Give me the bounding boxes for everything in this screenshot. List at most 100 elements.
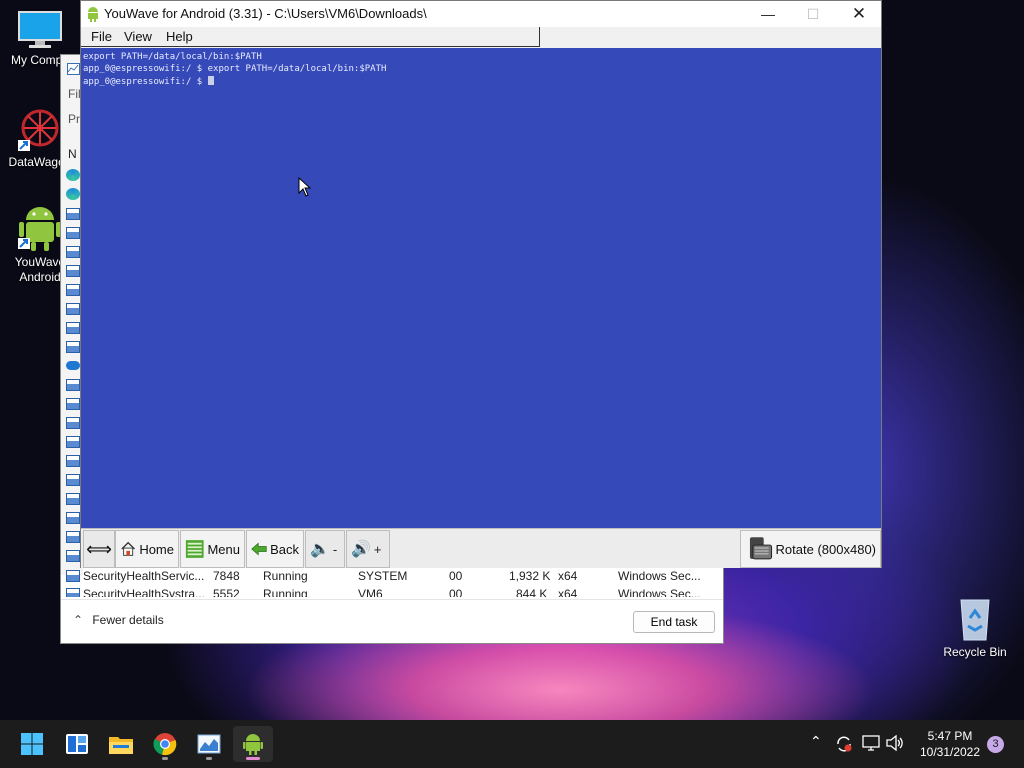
menu-fragment-file[interactable]: Fil	[68, 87, 81, 101]
window-process-icon	[66, 417, 80, 429]
terminal-line: app_0@espressowifi:/ $	[83, 76, 214, 88]
process-name: SecurityHealthSystra...	[83, 587, 206, 597]
network-icon[interactable]	[862, 735, 880, 751]
window-title: YouWave for Android (3.31) - C:\Users\VM…	[104, 6, 427, 21]
speaker-icon: 🔈	[310, 541, 330, 558]
edge-icon	[66, 169, 80, 181]
home-button[interactable]: Home	[115, 530, 179, 568]
process-icon	[66, 246, 80, 258]
end-task-button[interactable]: End task	[633, 611, 715, 633]
window-process-icon	[66, 512, 80, 524]
process-status: Running	[263, 587, 308, 597]
start-button[interactable]	[12, 726, 52, 762]
maximize-button[interactable]: ☐	[790, 1, 836, 27]
volume-icon[interactable]	[886, 735, 904, 751]
terminal-prompt: app_0@espressowifi:/ $	[83, 77, 208, 87]
taskbar-widgets[interactable]	[57, 726, 97, 762]
terminal-text: export PATH=/data/local/bin:$PATH	[83, 52, 262, 62]
process-cpu: 00	[449, 587, 463, 597]
window-process-icon	[66, 436, 80, 448]
volume-up-button[interactable]: 🔊 +	[346, 530, 390, 568]
process-row[interactable]: SecurityHealthServic... 7848 Running SYS…	[61, 567, 725, 585]
back-button[interactable]: Back	[246, 530, 304, 568]
minimize-button[interactable]: —	[745, 1, 791, 27]
tab-fragment-processes[interactable]: Pr	[68, 112, 80, 126]
youwave-window[interactable]: YouWave for Android (3.31) - C:\Users\VM…	[80, 0, 882, 568]
sync-alert-icon[interactable]	[835, 735, 853, 753]
window-process-icon	[66, 550, 80, 562]
process-icon	[66, 227, 80, 239]
title-bar[interactable]: YouWave for Android (3.31) - C:\Users\VM…	[81, 1, 881, 27]
taskbar-youwave[interactable]	[233, 726, 273, 762]
volume-down-button[interactable]: 🔈 -	[305, 530, 345, 568]
menu-view[interactable]: View	[124, 29, 152, 44]
menu-button[interactable]: Menu	[180, 530, 245, 568]
android-icon	[88, 7, 98, 22]
window-process-icon	[66, 474, 80, 486]
running-indicator	[206, 757, 212, 760]
rotate-button[interactable]: Rotate (800x480)	[740, 530, 881, 568]
edge-icon	[66, 188, 80, 200]
process-user: SYSTEM	[358, 569, 408, 583]
speaker-icon: 🔊	[351, 541, 371, 558]
process-icon	[66, 379, 80, 391]
taskbar-file-explorer[interactable]	[101, 726, 141, 762]
window-process-icon	[66, 398, 80, 410]
task-manager-icon	[197, 734, 221, 754]
process-memory: 844 K	[516, 587, 548, 597]
fewer-details-link[interactable]: ⌃ Fewer details	[73, 613, 164, 627]
process-icon	[66, 284, 80, 296]
window-process-icon	[66, 322, 80, 334]
widgets-icon	[66, 734, 88, 754]
android-screen[interactable]: export PATH=/data/local/bin:$PATH app_0@…	[81, 48, 881, 528]
process-architecture: x64	[558, 587, 578, 597]
task-manager-footer: ⌃ Fewer details End task	[61, 599, 723, 643]
chrome-icon	[153, 733, 177, 756]
column-fragment-name[interactable]: N	[68, 147, 77, 161]
onedrive-icon	[66, 361, 80, 370]
rotate-device-icon	[749, 537, 773, 560]
fewer-details-label: Fewer details	[92, 613, 164, 627]
datawagon-icon	[18, 109, 59, 151]
desktop-icon-label: Recycle Bin	[943, 645, 1007, 659]
close-button[interactable]: ✕	[836, 1, 882, 27]
windows-start-icon	[21, 733, 43, 755]
emulator-toolbar: ⟺ Home Menu Back 🔈 - 🔊 + Rotate (800x480…	[81, 528, 881, 568]
taskbar: ⌃ 5:47 PM 10/31/2022 3	[0, 720, 1024, 768]
monitor-icon	[18, 11, 62, 48]
process-icon	[66, 265, 80, 277]
taskbar-chrome[interactable]	[145, 726, 185, 762]
process-pid: 7848	[213, 569, 240, 583]
taskbar-task-manager[interactable]	[189, 726, 229, 762]
terminal-line: export PATH=/data/local/bin:$PATH	[83, 52, 262, 63]
desktop-icon-recycle-bin[interactable]: Recycle Bin	[935, 596, 1015, 660]
process-icon	[66, 303, 80, 315]
process-cpu: 00	[449, 569, 463, 583]
active-indicator	[246, 757, 260, 760]
menu-bar: File View Help	[81, 27, 540, 47]
volume-down-label: -	[332, 541, 338, 557]
performance-icon	[67, 63, 80, 75]
process-icon	[66, 208, 80, 220]
process-description: Windows Sec...	[618, 569, 701, 583]
menu-help[interactable]: Help	[166, 29, 193, 44]
clock[interactable]: 5:47 PM 10/31/2022	[912, 728, 988, 760]
process-row[interactable]: SecurityHealthSystra... 5552 Running VM6…	[61, 585, 725, 597]
home-label: Home	[139, 541, 174, 557]
menu-file[interactable]: File	[91, 29, 112, 44]
menu-label: Menu	[207, 541, 240, 557]
menu-list-icon	[185, 540, 204, 558]
recycle-bin-icon	[960, 599, 990, 641]
rotate-label: Rotate (800x480)	[775, 541, 876, 557]
process-description: Windows Sec...	[618, 587, 701, 597]
android-icon	[18, 207, 61, 251]
running-indicator	[162, 757, 168, 760]
resize-button[interactable]: ⟺	[83, 530, 115, 568]
notification-badge[interactable]: 3	[987, 736, 1004, 753]
volume-up-label: +	[373, 541, 382, 557]
chevron-up-icon[interactable]: ⌃	[810, 733, 822, 750]
process-status: Running	[263, 569, 308, 583]
mouse-pointer-icon	[298, 177, 312, 197]
process-memory: 1,932 K	[509, 569, 551, 583]
back-arrow-icon	[251, 542, 267, 556]
